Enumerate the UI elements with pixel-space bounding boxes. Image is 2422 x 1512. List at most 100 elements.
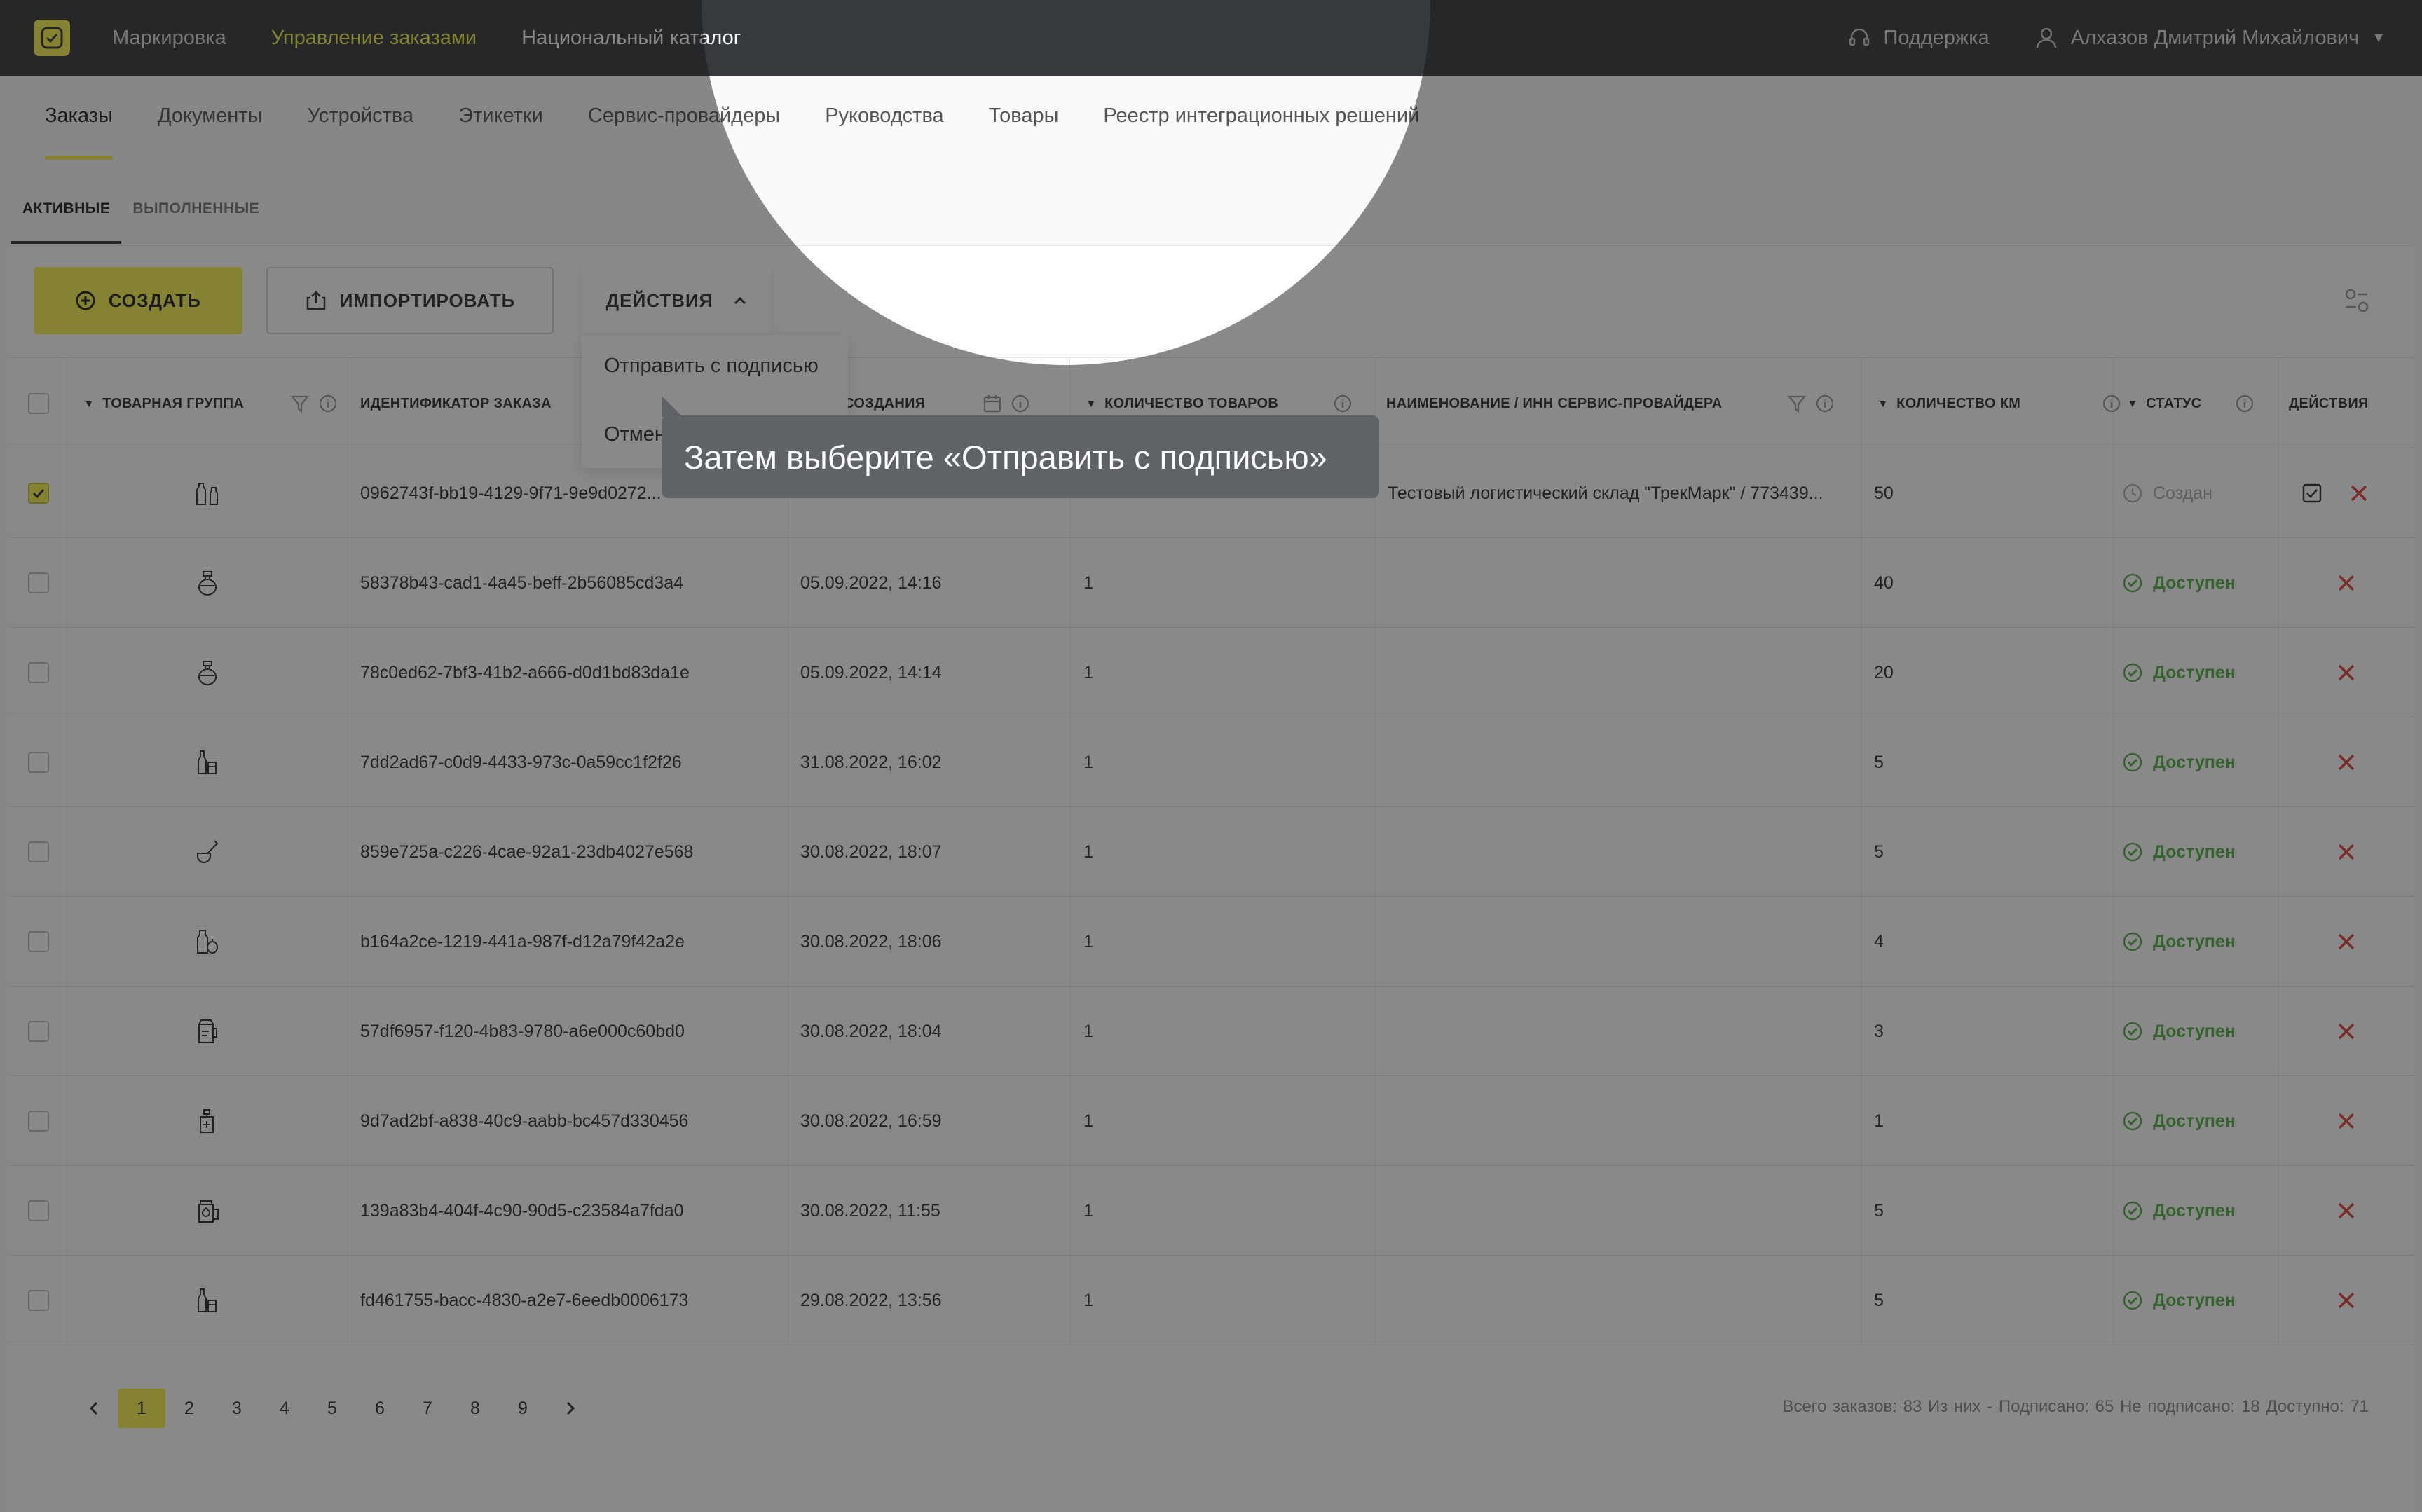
user-menu[interactable]: Алхазов Дмитрий Михайлович ▼ [2034,26,2386,50]
delete-icon[interactable] [2337,932,2356,951]
info-icon[interactable] [2235,394,2255,413]
row-checkbox[interactable] [28,841,49,862]
tab-service-providers[interactable]: Сервис-провайдеры [588,104,780,128]
table-row[interactable]: 9d7ad2bf-a838-40c9-aabb-bc457d330456 30.… [10,1076,2414,1166]
delete-icon[interactable] [2337,1291,2356,1310]
sign-icon[interactable] [2301,483,2322,504]
row-checkbox[interactable] [28,483,49,504]
filter-icon[interactable] [1787,394,1807,413]
col-km-qty[interactable]: ▼ КОЛИЧЕСТВО КМ [1878,358,2121,449]
goods-qty: 1 [1083,1290,1093,1310]
tab-integration-registry[interactable]: Реестр интеграционных решений [1103,104,1419,128]
page-1[interactable]: 1 [118,1389,165,1428]
prev-page-icon[interactable] [70,1389,118,1428]
delete-icon[interactable] [2337,1022,2356,1041]
table-row[interactable]: fd461755-bacc-4830-a2e7-6eedb0006173 29.… [10,1256,2414,1345]
next-page-icon[interactable] [547,1389,594,1428]
table-row[interactable]: 7dd2ad67-c0d9-4433-973c-0a59cc1f2f26 31.… [10,717,2414,807]
table-row[interactable]: 57df6957-f120-4b83-9780-a6e000c60bd0 30.… [10,987,2414,1076]
delete-icon[interactable] [2337,663,2356,682]
sort-icon: ▼ [1086,398,1097,409]
status-badge: Доступен [2122,1290,2236,1311]
status-badge: Доступен [2122,1200,2236,1221]
tab-devices[interactable]: Устройства [307,104,413,128]
orders-totals: Всего заказов: 83 Из них - Подписано: 65… [1782,1397,2369,1416]
page-9[interactable]: 9 [499,1389,547,1428]
page-6[interactable]: 6 [356,1389,404,1428]
info-icon[interactable] [1011,394,1030,413]
order-id[interactable]: 78c0ed62-7bf3-41b2-a666-d0d1bd83da1e [360,663,690,683]
tab-guides[interactable]: Руководства [825,104,943,128]
order-id[interactable]: 9d7ad2bf-a838-40c9-aabb-bc457d330456 [360,1111,688,1132]
order-id[interactable]: 139a83b4-404f-4c90-90d5-c23584a7fda0 [360,1201,684,1221]
order-id[interactable]: 859e725a-c226-4cae-92a1-23db4027e568 [360,842,693,862]
calendar-icon[interactable] [983,394,1002,413]
delete-icon[interactable] [2337,752,2356,772]
delete-icon[interactable] [2337,1111,2356,1131]
row-checkbox[interactable] [28,752,49,773]
row-checkbox[interactable] [28,572,49,593]
tab-labels[interactable]: Этикетки [458,104,543,128]
create-button[interactable]: СОЗДАТЬ [34,267,242,334]
tab-orders[interactable]: Заказы [45,104,113,160]
order-id[interactable]: b164a2ce-1219-441a-987f-d12a79f42a2e [360,932,685,952]
check-circle-icon [2123,1111,2142,1131]
tab-goods[interactable]: Товары [989,104,1059,128]
table-row[interactable]: 139a83b4-404f-4c90-90d5-c23584a7fda0 30.… [10,1166,2414,1256]
col-product-group[interactable]: ▼ ТОВАРНАЯ ГРУППА [84,358,338,449]
created-date: 31.08.2022, 16:02 [800,752,942,772]
page-8[interactable]: 8 [451,1389,499,1428]
row-checkbox[interactable] [28,1111,49,1132]
km-qty: 20 [1874,662,1894,682]
nav-order-management[interactable]: Управление заказами [271,27,477,50]
page-7[interactable]: 7 [404,1389,451,1428]
tab-documents[interactable]: Документы [158,104,263,128]
order-id[interactable]: 58378b43-cad1-4a45-beff-2b56085cd3a4 [360,573,683,593]
row-checkbox[interactable] [28,1021,49,1042]
order-id[interactable]: 7dd2ad67-c0d9-4433-973c-0a59cc1f2f26 [360,752,682,773]
order-id[interactable]: 0962743f-bb19-4129-9f71-9e9d0272... [360,483,662,504]
col-status[interactable]: ▼ СТАТУС [2128,358,2255,449]
row-checkbox[interactable] [28,662,49,683]
info-icon[interactable] [1333,394,1353,413]
col-provider[interactable]: НАИМЕНОВАНИЕ / ИНН СЕРВИС-ПРОВАЙДЕРА [1386,358,1835,449]
nav-national-catalog[interactable]: Национальный каталог [521,27,741,50]
page-3[interactable]: 3 [213,1389,261,1428]
filter-icon[interactable] [290,394,310,413]
goods-qty: 1 [1083,662,1093,682]
page-2[interactable]: 2 [165,1389,213,1428]
menu-item-send-signed[interactable]: Отправить с подписью [604,355,819,378]
status-badge: Доступен [2122,841,2236,862]
delete-icon[interactable] [2337,842,2356,862]
user-name: Алхазов Дмитрий Михайлович [2070,26,2360,49]
page-5[interactable]: 5 [308,1389,356,1428]
info-icon[interactable] [318,394,338,413]
delete-icon[interactable] [2337,573,2356,593]
sort-icon: ▼ [2128,398,2138,409]
actions-button[interactable]: ДЕЙСТВИЯ [582,267,771,334]
delete-icon[interactable] [2349,483,2369,503]
table-row[interactable]: 859e725a-c226-4cae-92a1-23db4027e568 30.… [10,807,2414,897]
page-4[interactable]: 4 [261,1389,308,1428]
info-icon[interactable] [1815,394,1835,413]
delete-icon[interactable] [2337,1201,2356,1221]
nav-marking[interactable]: Маркировка [112,27,226,50]
subtab-completed[interactable]: ВЫПОЛНЕННЫЕ [121,193,271,244]
import-button[interactable]: ИМПОРТИРОВАТЬ [266,267,554,334]
non-alcohol-beer-icon [198,1019,217,1043]
table-row[interactable]: b164a2ce-1219-441a-987f-d12a79f42a2e 30.… [10,897,2414,987]
order-id[interactable]: fd461755-bacc-4830-a2e7-6eedb0006173 [360,1291,688,1311]
table-row[interactable]: 58378b43-cad1-4a45-beff-2b56085cd3a4 05.… [10,538,2414,628]
support-link[interactable]: Поддержка [1847,26,1990,50]
subtab-active[interactable]: АКТИВНЫЕ [11,193,122,244]
check-circle-icon [2123,1201,2142,1221]
order-id[interactable]: 57df6957-f120-4b83-9780-a6e000c60bd0 [360,1022,685,1042]
row-checkbox[interactable] [28,1200,49,1221]
logo-icon[interactable] [34,20,70,56]
table-row[interactable]: 78c0ed62-7bf3-41b2-a666-d0d1bd83da1e 05.… [10,628,2414,717]
column-settings-icon[interactable] [2344,287,2370,317]
info-icon[interactable] [2102,394,2121,413]
row-checkbox[interactable] [28,1290,49,1311]
select-all-checkbox[interactable] [28,393,49,414]
row-checkbox[interactable] [28,931,49,952]
